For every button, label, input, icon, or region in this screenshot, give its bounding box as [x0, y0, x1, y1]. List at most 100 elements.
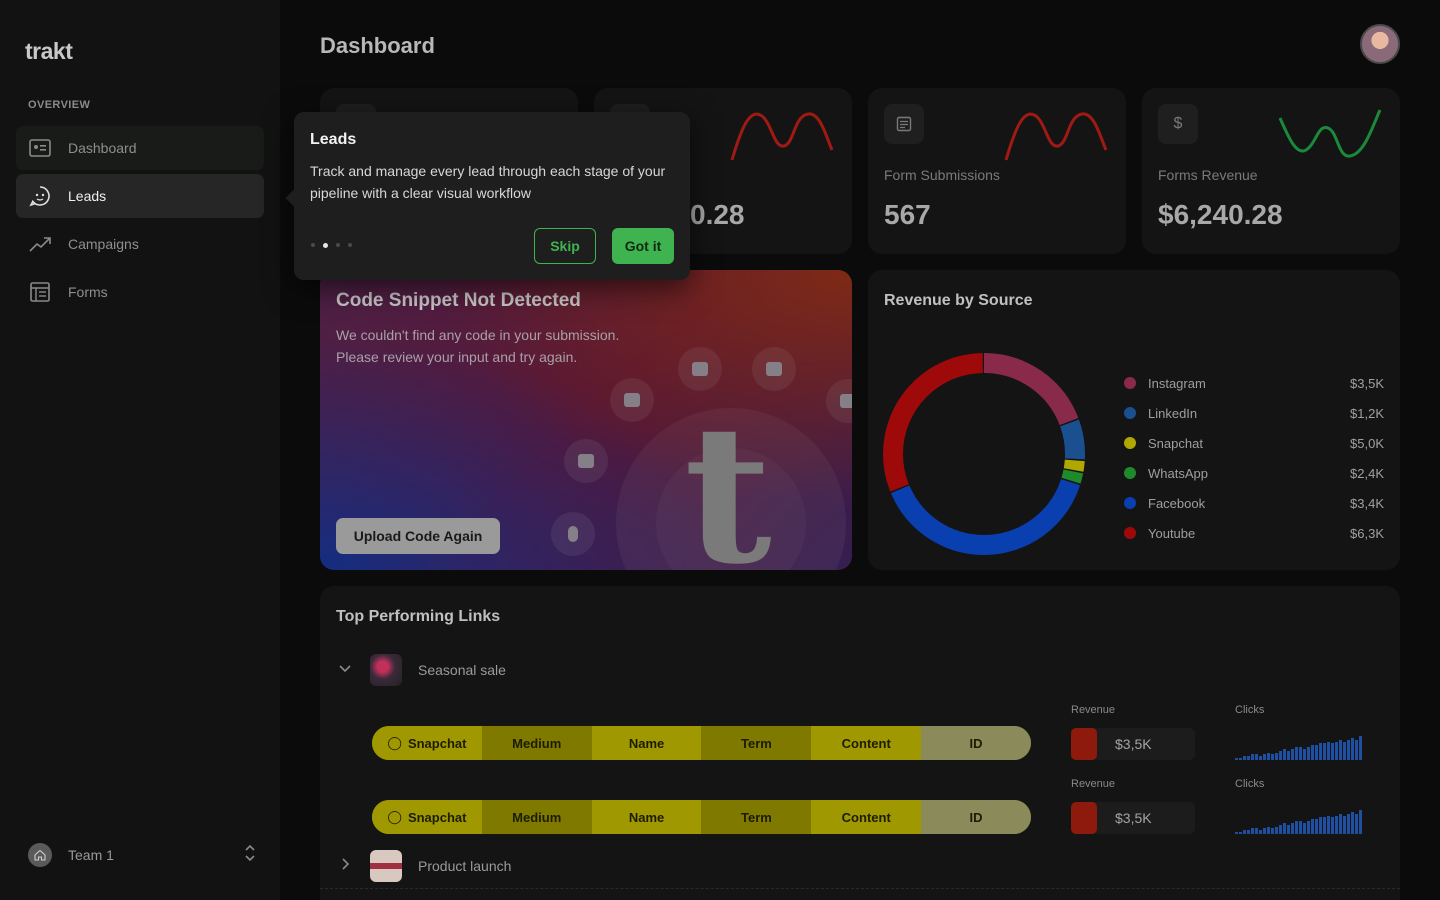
revenue-donut-chart — [883, 353, 1085, 555]
legend-amount: $1,2K — [1350, 405, 1384, 421]
user-avatar[interactable] — [1360, 24, 1400, 64]
clicks-bar — [1259, 830, 1262, 834]
step-dot — [311, 243, 315, 247]
clicks-bar — [1243, 830, 1246, 834]
step-dot — [336, 243, 340, 247]
legend-item-whatsapp: WhatsApp $2,4K — [1124, 458, 1384, 488]
legend-name: Instagram — [1148, 375, 1206, 391]
clicks-bar — [1343, 742, 1346, 760]
revenue-swatch — [1071, 802, 1097, 834]
legend-item-facebook: Facebook $3,4K — [1124, 488, 1384, 518]
legend-item-youtube: Youtube $6,3K — [1124, 518, 1384, 548]
clicks-bar — [1283, 749, 1286, 760]
legend-item-linkedin: LinkedIn $1,2K — [1124, 398, 1384, 428]
team-home-icon — [28, 843, 52, 867]
team-switcher[interactable]: Team 1 — [28, 842, 256, 868]
clicks-bar — [1343, 816, 1346, 834]
clicks-bar — [1303, 749, 1306, 760]
legend-amount: $3,4K — [1350, 495, 1384, 511]
stat-label: Form Submissions — [884, 167, 1000, 183]
skip-button[interactable]: Skip — [534, 228, 596, 264]
revenue-swatch — [1071, 728, 1097, 760]
leads-icon — [28, 184, 52, 208]
clicks-bar — [1263, 828, 1266, 834]
clicks-bar — [1235, 832, 1238, 834]
utm-term: Term — [701, 800, 812, 834]
sidebar-item-forms[interactable]: Forms — [16, 270, 264, 314]
sidebar-item-label: Campaigns — [68, 236, 139, 252]
legend-item-snapchat: Snapchat $5,0K — [1124, 428, 1384, 458]
clicks-bar — [1267, 827, 1270, 834]
link-group-seasonal-sale[interactable]: Seasonal sale — [338, 654, 506, 686]
revenue-box: $3,5K — [1071, 802, 1195, 834]
snapchat-icon: ◯ — [387, 735, 402, 750]
sidebar: trakt OVERVIEW Dashboard Leads Campaigns — [0, 0, 280, 900]
clicks-bar — [1263, 754, 1266, 760]
legend-dot — [1124, 437, 1136, 449]
revenue-value: $3,5K — [1115, 736, 1152, 752]
onboarding-tooltip: Leads Track and manage every lead throug… — [285, 112, 690, 280]
document-icon — [884, 104, 924, 144]
clicks-bar — [1291, 823, 1294, 834]
clicks-bar — [1275, 827, 1278, 834]
links-title: Top Performing Links — [336, 608, 501, 625]
chevron-up-down-icon[interactable] — [244, 844, 256, 867]
utm-pill[interactable]: ◯ Snapchat Medium Name Term Content ID — [372, 800, 1031, 834]
revenue-value: $3,5K — [1115, 810, 1152, 826]
clicks-bar — [1291, 749, 1294, 760]
clicks-bar — [1331, 743, 1334, 760]
legend-name: WhatsApp — [1148, 465, 1208, 481]
chevron-down-icon[interactable] — [338, 661, 352, 679]
sidebar-item-label: Dashboard — [68, 140, 137, 156]
clicks-bar — [1315, 819, 1318, 834]
clicks-bar — [1351, 738, 1354, 760]
clicks-bar — [1279, 751, 1282, 760]
tooltip-title: Leads — [310, 131, 357, 148]
clicks-bar — [1359, 736, 1362, 760]
stat-value: 0.28 — [690, 199, 745, 230]
link-group-product-launch[interactable]: Product launch — [338, 850, 511, 882]
clicks-bar — [1311, 819, 1314, 834]
utm-name: Name — [591, 800, 702, 834]
got-it-button[interactable]: Got it — [612, 228, 674, 264]
campaigns-icon — [28, 232, 52, 256]
dashboard-icon — [28, 136, 52, 160]
upload-code-again-button[interactable]: Upload Code Again — [336, 518, 500, 554]
app-logo[interactable]: trakt — [25, 38, 73, 65]
clicks-bar — [1299, 821, 1302, 834]
utm-medium: Medium — [481, 726, 592, 760]
legend-dot — [1124, 497, 1136, 509]
utm-content: Content — [811, 800, 922, 834]
clicks-bar — [1287, 825, 1290, 834]
clicks-bar — [1243, 756, 1246, 760]
utm-pill[interactable]: ◯ Snapchat Medium Name Term Content ID — [372, 726, 1031, 760]
forms-icon — [28, 280, 52, 304]
clicks-label: Clicks — [1235, 704, 1265, 716]
clicks-bar — [1339, 740, 1342, 760]
chevron-right-icon[interactable] — [338, 857, 352, 876]
clicks-bar — [1331, 817, 1334, 834]
revenue-label: Revenue — [1071, 704, 1116, 716]
clicks-bar-chart — [1235, 806, 1363, 834]
link-group-name: Seasonal sale — [418, 662, 506, 678]
clicks-bar-chart — [1235, 732, 1363, 760]
clicks-bar — [1359, 810, 1362, 834]
clicks-bar — [1335, 816, 1338, 834]
sidebar-item-campaigns[interactable]: Campaigns — [16, 222, 264, 266]
clicks-bar — [1239, 832, 1242, 834]
clicks-bar — [1299, 747, 1302, 760]
code-snippet-card: t Code Snippet Not Detected We couldn't … — [320, 270, 852, 570]
clicks-bar — [1247, 830, 1250, 834]
top-performing-links-card: Top Performing Links Seasonal sale ◯ Snap… — [320, 586, 1400, 900]
link-thumbnail — [370, 654, 402, 686]
clicks-bar — [1347, 814, 1350, 834]
stat-value: $6,240.28 — [1158, 199, 1283, 230]
sidebar-item-dashboard[interactable]: Dashboard — [16, 126, 264, 170]
clicks-bar — [1355, 740, 1358, 760]
clicks-bar — [1295, 747, 1298, 760]
sidebar-item-leads[interactable]: Leads — [16, 174, 264, 218]
page-title: Dashboard — [320, 33, 435, 58]
legend-name: LinkedIn — [1148, 405, 1198, 421]
link-thumbnail — [370, 850, 402, 882]
clicks-bar — [1351, 812, 1354, 834]
